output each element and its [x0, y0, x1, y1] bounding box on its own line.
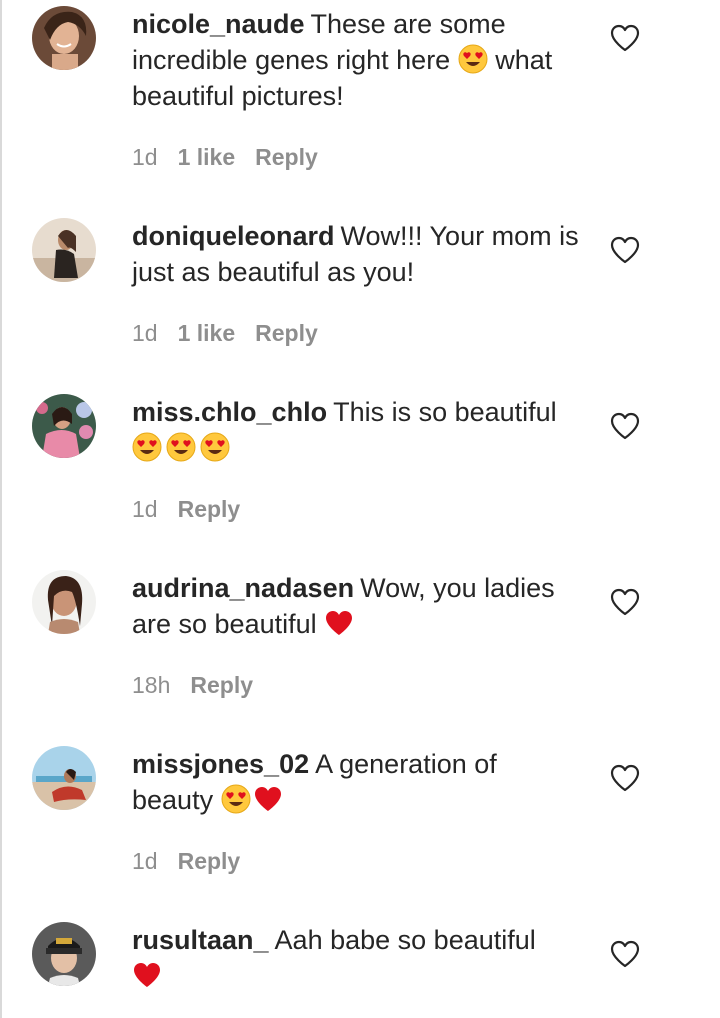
comment-time: 18h: [132, 672, 171, 698]
comment-username[interactable]: missjones_02: [132, 749, 309, 779]
reply-button[interactable]: Reply: [255, 320, 318, 346]
heart-eyes-emoji: [458, 44, 488, 74]
comment-meta: 18h Reply: [132, 671, 273, 699]
comment-time: 1d: [132, 496, 158, 522]
red-heart-emoji: [253, 785, 283, 813]
like-button[interactable]: [610, 236, 640, 264]
comment-body: missjones_02 A generation of beauty: [132, 746, 582, 818]
red-heart-emoji: [132, 961, 162, 989]
like-button[interactable]: [610, 588, 640, 616]
comment-body: rusultaan_ Aah babe so beautiful: [132, 922, 582, 994]
heart-eyes-emoji: [221, 784, 251, 814]
comment-username[interactable]: doniqueleonard: [132, 221, 335, 251]
comment-body: nicole_naude These are some incredible ge…: [132, 6, 582, 114]
like-count[interactable]: 1 like: [178, 144, 236, 170]
avatar[interactable]: [32, 570, 96, 634]
comment-username[interactable]: rusultaan_: [132, 925, 269, 955]
like-button[interactable]: [610, 764, 640, 792]
like-button[interactable]: [610, 412, 640, 440]
comment-time: 1d: [132, 848, 158, 874]
reply-button[interactable]: Reply: [190, 672, 253, 698]
avatar[interactable]: [32, 6, 96, 70]
reply-button[interactable]: Reply: [255, 144, 318, 170]
comment-body: miss.chlo_chlo This is so beautiful: [132, 394, 582, 466]
avatar[interactable]: [32, 922, 96, 986]
comment-time: 1d: [132, 144, 158, 170]
comment-username[interactable]: nicole_naude: [132, 9, 305, 39]
red-heart-emoji: [324, 609, 354, 637]
heart-eyes-emoji: [166, 432, 196, 462]
heart-outline-icon: [610, 764, 640, 792]
heart-eyes-emoji: [200, 432, 230, 462]
avatar[interactable]: [32, 394, 96, 458]
comment-meta: 1d Reply: [132, 847, 260, 875]
comment-body: audrina_nadasen Wow, you ladies are so be…: [132, 570, 582, 642]
reply-button[interactable]: Reply: [178, 848, 241, 874]
left-border: [0, 0, 2, 1018]
comment-username[interactable]: audrina_nadasen: [132, 573, 354, 603]
heart-outline-icon: [610, 236, 640, 264]
comment-body: doniqueleonard Wow!!! Your mom is just as…: [132, 218, 582, 290]
avatar[interactable]: [32, 218, 96, 282]
heart-eyes-emoji: [132, 432, 162, 462]
like-button[interactable]: [610, 24, 640, 52]
heart-outline-icon: [610, 412, 640, 440]
comment-meta: 1d 1 like Reply: [132, 319, 338, 347]
heart-outline-icon: [610, 940, 640, 968]
like-count[interactable]: 1 like: [178, 320, 236, 346]
comment-username[interactable]: miss.chlo_chlo: [132, 397, 327, 427]
comment-text: Aah babe so beautiful: [274, 925, 536, 955]
comment-meta: 1d 1 like Reply: [132, 143, 338, 171]
like-button[interactable]: [610, 940, 640, 968]
comment-text: This is so beautiful: [333, 397, 557, 427]
heart-outline-icon: [610, 24, 640, 52]
avatar[interactable]: [32, 746, 96, 810]
heart-outline-icon: [610, 588, 640, 616]
reply-button[interactable]: Reply: [178, 496, 241, 522]
comment-time: 1d: [132, 320, 158, 346]
comment-meta: 1d Reply: [132, 495, 260, 523]
